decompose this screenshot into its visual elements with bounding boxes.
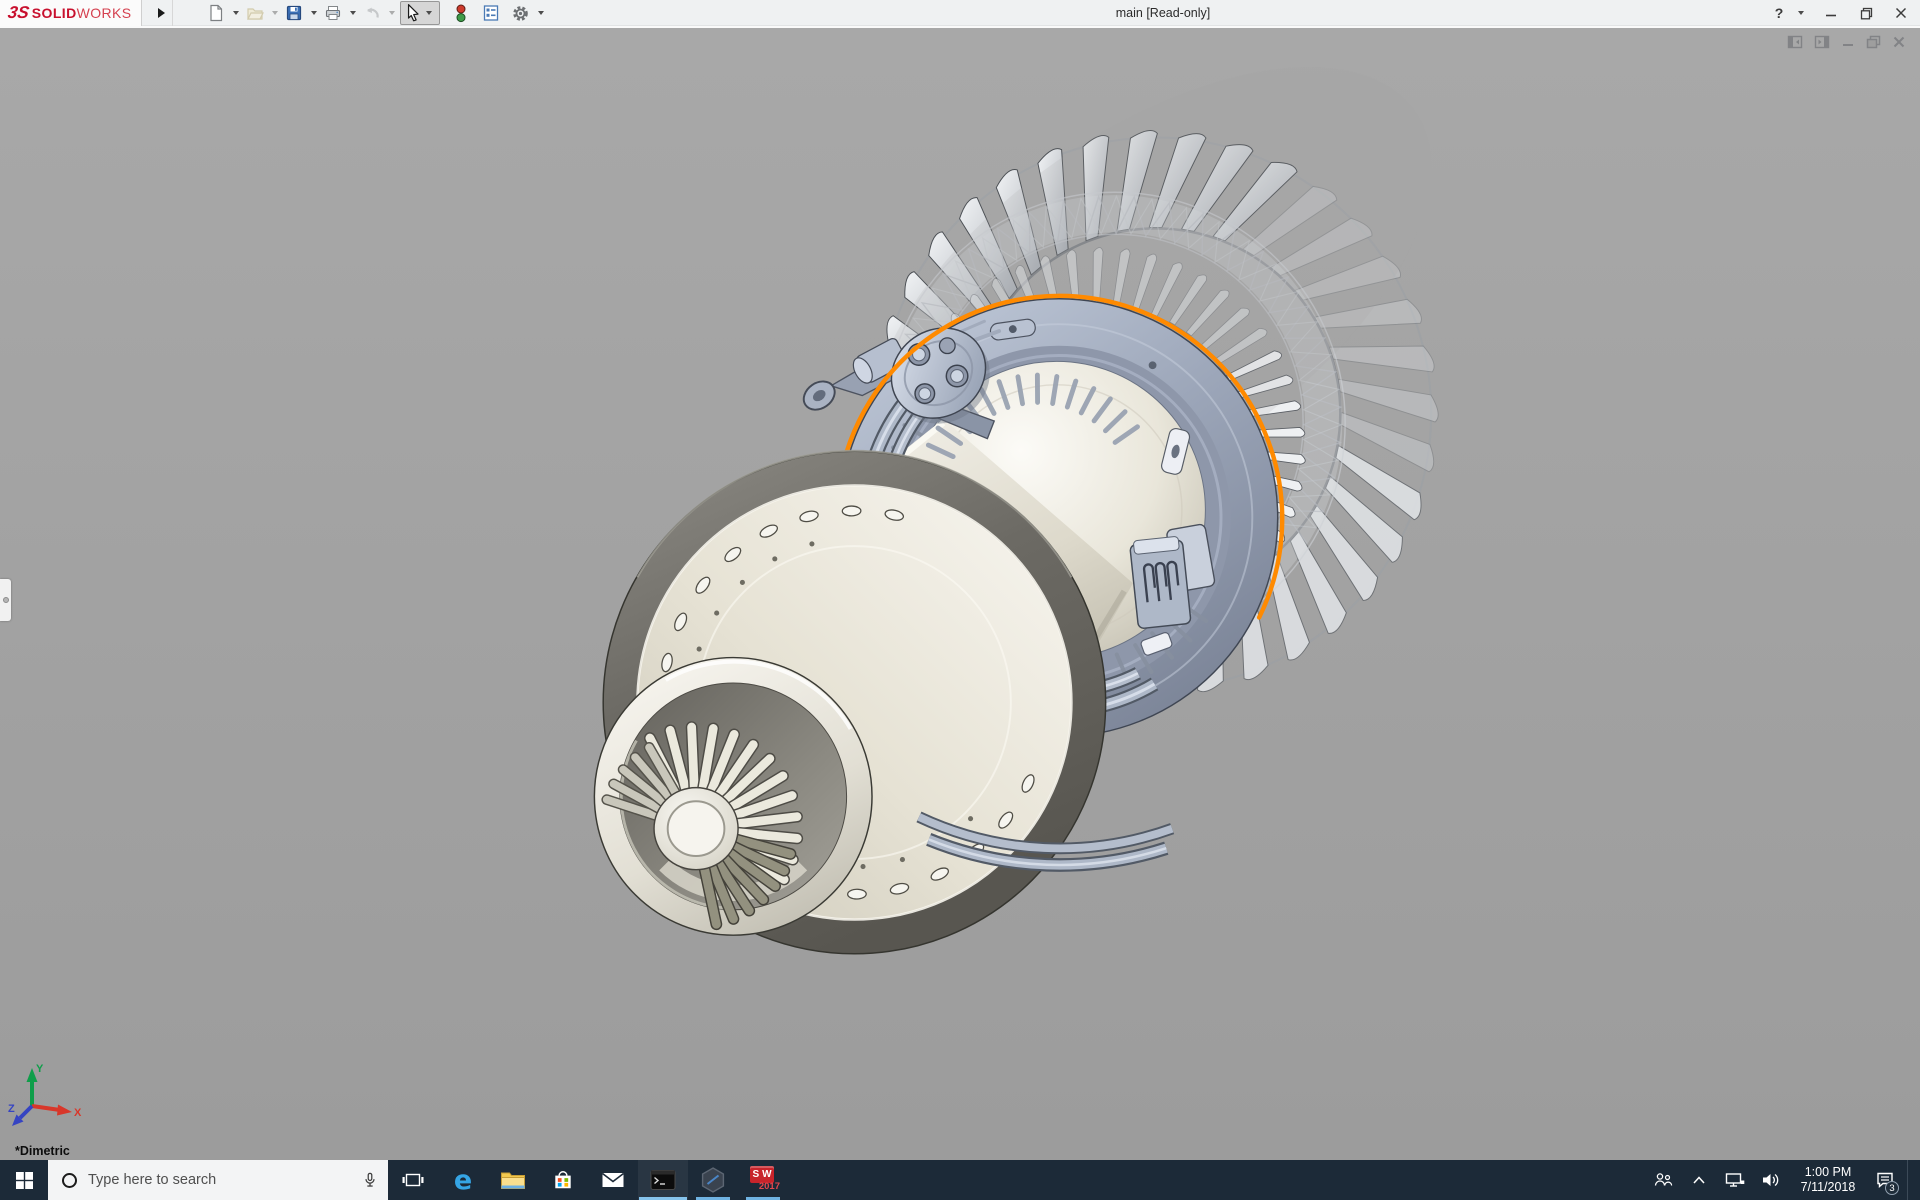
volume-button[interactable] <box>1757 1160 1785 1200</box>
mail-icon <box>601 1171 625 1189</box>
restore-doc-icon[interactable] <box>1866 35 1881 49</box>
tray-overflow-button[interactable] <box>1685 1160 1713 1200</box>
logo-solid-text: SOLID <box>32 5 77 21</box>
expand-left-panel-icon[interactable] <box>1787 35 1803 49</box>
windows-taskbar: Type here to search e <box>0 1160 1920 1200</box>
network-icon <box>1725 1171 1745 1189</box>
panel-tab-handle-icon <box>3 597 9 603</box>
store-button[interactable] <box>538 1160 588 1200</box>
task-view-icon <box>402 1171 424 1189</box>
engine-3d-model[interactable] <box>0 28 1920 1162</box>
restore-button[interactable] <box>1853 1 1879 25</box>
eyelet-lug <box>798 376 840 416</box>
document-window-controls <box>1787 35 1906 49</box>
new-document-icon <box>207 4 225 22</box>
chevron-up-icon <box>1692 1175 1706 1185</box>
select-tool-caret[interactable] <box>426 11 432 15</box>
notification-badge: 3 <box>1885 1181 1899 1195</box>
print-caret[interactable] <box>350 11 356 15</box>
minimize-doc-icon[interactable] <box>1841 35 1855 49</box>
file-explorer-icon <box>500 1169 526 1191</box>
print-button[interactable] <box>322 3 344 23</box>
close-doc-icon[interactable] <box>1892 35 1906 49</box>
save-caret[interactable] <box>311 11 317 15</box>
clock-time: 1:00 PM <box>1793 1165 1863 1180</box>
options-gear-button[interactable] <box>509 3 532 24</box>
undo-icon <box>363 4 381 22</box>
new-document-button[interactable] <box>205 3 227 23</box>
mail-button[interactable] <box>588 1160 638 1200</box>
show-desktop-button[interactable] <box>1907 1160 1912 1200</box>
minimize-button[interactable] <box>1818 1 1844 25</box>
exhaust-nozzle[interactable] <box>594 658 872 936</box>
logo-works-text: WORKS <box>77 5 132 21</box>
quick-access-toolbar <box>205 0 549 26</box>
flyout-arrow-icon <box>158 8 165 18</box>
save-icon <box>285 4 303 22</box>
store-icon <box>552 1169 574 1191</box>
traffic-light-button[interactable] <box>451 3 471 24</box>
close-button[interactable] <box>1888 1 1914 25</box>
clock[interactable]: 1:00 PM 7/11/2018 <box>1793 1165 1863 1195</box>
triad-y-label: Y <box>36 1063 44 1075</box>
traffic-light-icon <box>453 4 469 23</box>
triad-z-label: Z <box>8 1103 15 1115</box>
logo-3s-glyph: 3S <box>6 3 30 23</box>
solidworks-2017-icon: SW 2017 <box>748 1165 778 1195</box>
undo-button[interactable] <box>361 3 383 23</box>
select-tool-button[interactable] <box>400 1 440 25</box>
save-button[interactable] <box>283 3 305 23</box>
gear-icon <box>511 4 530 23</box>
help-button[interactable]: ? <box>1772 5 1786 21</box>
edge-button[interactable]: e <box>438 1160 488 1200</box>
cortana-ring-icon <box>62 1173 77 1188</box>
graphics-viewport[interactable]: Y X Z *Dimetric <box>0 26 1920 1160</box>
clock-date: 7/11/2018 <box>1793 1180 1863 1195</box>
people-icon <box>1653 1171 1673 1189</box>
search-placeholder: Type here to search <box>88 1172 362 1188</box>
task-view-button[interactable] <box>388 1160 438 1200</box>
view-orientation-label: *Dimetric <box>15 1144 70 1158</box>
network-button[interactable] <box>1721 1160 1749 1200</box>
titlebar: 3S SOLID WORKS <box>0 0 1920 26</box>
close-icon <box>1895 7 1907 19</box>
triad-x-label: X <box>74 1107 82 1119</box>
list-options-icon <box>482 4 500 22</box>
people-button[interactable] <box>1649 1160 1677 1200</box>
restore-icon <box>1860 7 1873 20</box>
command-prompt-button[interactable] <box>638 1160 688 1200</box>
hexagon-app-icon <box>699 1166 727 1194</box>
edge-icon: e <box>454 1167 472 1194</box>
system-tray: 1:00 PM 7/11/2018 3 <box>1649 1160 1920 1200</box>
solidworks-app-button[interactable]: SW 2017 <box>738 1160 788 1200</box>
collapsed-panel-tab[interactable] <box>0 579 11 621</box>
menu-flyout-button[interactable] <box>151 0 173 26</box>
minimize-icon <box>1825 7 1837 19</box>
expand-right-panel-icon[interactable] <box>1814 35 1830 49</box>
open-caret[interactable] <box>272 11 278 15</box>
window-title: main [Read-only] <box>1116 0 1211 26</box>
open-icon <box>246 4 264 22</box>
start-button[interactable] <box>0 1160 48 1200</box>
print-icon <box>324 4 342 22</box>
help-caret[interactable] <box>1798 11 1804 15</box>
window-controls: ? <box>1772 0 1914 26</box>
file-explorer-button[interactable] <box>488 1160 538 1200</box>
hexagon-app-button[interactable] <box>688 1160 738 1200</box>
list-options-button[interactable] <box>480 3 502 23</box>
undo-caret[interactable] <box>389 11 395 15</box>
solidworks-logo: 3S SOLID WORKS <box>0 0 142 26</box>
options-gear-caret[interactable] <box>538 11 544 15</box>
new-document-caret[interactable] <box>233 11 239 15</box>
open-button[interactable] <box>244 3 266 23</box>
reference-triad[interactable]: Y X Z <box>6 1060 84 1132</box>
windows-logo-icon <box>16 1172 33 1189</box>
command-prompt-icon <box>650 1169 676 1191</box>
volume-icon <box>1761 1171 1781 1189</box>
search-box[interactable]: Type here to search <box>48 1160 388 1200</box>
select-cursor-icon <box>403 3 423 23</box>
microphone-icon[interactable] <box>362 1171 378 1189</box>
action-center-button[interactable]: 3 <box>1871 1160 1899 1200</box>
